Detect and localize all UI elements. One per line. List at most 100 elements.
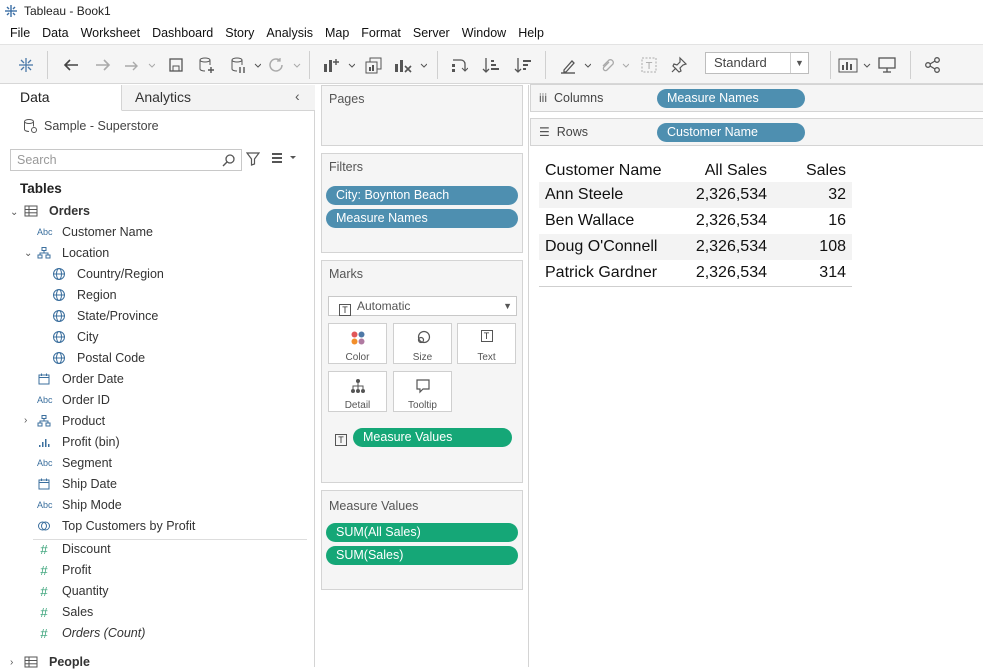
menu-data[interactable]: Data <box>42 26 68 40</box>
field-country-region[interactable]: Country/Region <box>52 264 164 284</box>
new-worksheet-icon[interactable] <box>320 54 356 76</box>
view-table[interactable]: Customer Name All Sales Sales Ann Steele… <box>539 158 852 287</box>
save-icon[interactable] <box>166 54 186 76</box>
color-button[interactable]: Color <box>328 323 387 364</box>
field-segment[interactable]: Abc Segment <box>37 453 112 473</box>
field-postal-code[interactable]: Postal Code <box>52 348 145 368</box>
header-sales[interactable]: Sales <box>806 162 846 180</box>
header-all-sales[interactable]: All Sales <box>705 162 767 180</box>
tables-heading: Tables <box>20 181 62 196</box>
new-data-source-icon[interactable] <box>196 54 216 76</box>
measure-pill-all-sales[interactable]: SUM(All Sales) <box>326 523 518 542</box>
menu-server[interactable]: Server <box>413 26 450 40</box>
group-members-icon[interactable] <box>596 54 630 76</box>
detail-button[interactable]: Detail <box>328 371 387 412</box>
table-bottom-border <box>539 286 852 287</box>
menu-help[interactable]: Help <box>518 26 544 40</box>
field-customer-name[interactable]: Abc Customer Name <box>37 222 153 242</box>
filter-icon[interactable] <box>246 152 260 166</box>
share-icon[interactable] <box>922 54 944 76</box>
field-region[interactable]: Region <box>52 285 117 305</box>
table-icon <box>24 656 38 668</box>
size-button[interactable]: Size <box>393 323 452 364</box>
field-quantity[interactable]: # Quantity <box>37 581 108 601</box>
show-me-icon[interactable] <box>836 54 872 76</box>
field-orders-count[interactable]: # Orders (Count) <box>37 623 145 643</box>
measure-values-shelf[interactable]: Measure Values SUM(All Sales) SUM(Sales) <box>321 490 523 590</box>
replay-animation-icon[interactable] <box>122 54 156 76</box>
field-sales[interactable]: # Sales <box>37 602 93 622</box>
chevron-down-icon[interactable]: ⌄ <box>10 207 18 218</box>
field-discount[interactable]: # Discount <box>37 539 110 559</box>
undo-icon[interactable] <box>60 54 82 76</box>
menu-dashboard[interactable]: Dashboard <box>152 26 213 40</box>
field-city[interactable]: City <box>52 327 99 347</box>
tooltip-button[interactable]: Tooltip <box>393 371 452 412</box>
sort-ascending-icon[interactable] <box>480 54 502 76</box>
table-people[interactable]: People <box>24 652 90 672</box>
measure-pill-sales[interactable]: SUM(Sales) <box>326 546 518 565</box>
filter-pill-measure-names[interactable]: Measure Names <box>326 209 518 228</box>
pages-shelf[interactable]: Pages <box>321 85 523 146</box>
text-button[interactable]: T Text <box>457 323 516 364</box>
fit-select[interactable]: Standard ▼ <box>705 52 809 74</box>
table-orders[interactable]: Orders <box>24 201 90 221</box>
header-customer-name[interactable]: Customer Name <box>545 162 661 180</box>
search-input[interactable]: Search <box>10 149 242 171</box>
field-ship-date[interactable]: Ship Date <box>37 474 117 494</box>
measure-values-text-pill[interactable]: Measure Values <box>353 428 512 447</box>
view-options-icon[interactable] <box>272 153 298 166</box>
menu-window[interactable]: Window <box>462 26 506 40</box>
mark-type-select[interactable]: T Automatic ▼ <box>328 296 517 316</box>
field-state-province[interactable]: State/Province <box>52 306 158 326</box>
refresh-icon[interactable] <box>266 54 302 76</box>
color-icon <box>351 331 364 345</box>
presentation-mode-icon[interactable] <box>876 54 898 76</box>
field-location[interactable]: Location <box>37 243 109 263</box>
rows-pill-customer-name[interactable]: Customer Name <box>657 123 805 142</box>
swap-rows-columns-icon[interactable] <box>448 54 470 76</box>
fix-axes-pin-icon[interactable] <box>668 54 690 76</box>
menu-format[interactable]: Format <box>361 26 401 40</box>
menu-map[interactable]: Map <box>325 26 349 40</box>
chevron-down-icon[interactable]: ⌄ <box>24 248 32 259</box>
columns-pill-measure-names[interactable]: Measure Names <box>657 89 805 108</box>
field-order-date[interactable]: Order Date <box>37 369 124 389</box>
menu-file[interactable]: File <box>10 26 30 40</box>
menu-story[interactable]: Story <box>225 26 254 40</box>
field-label: Ship Mode <box>62 498 122 512</box>
table-row[interactable]: Ben Wallace 2,326,534 16 <box>539 208 852 234</box>
rows-shelf[interactable]: ☰ Rows Customer Name <box>530 118 983 146</box>
menu-analysis[interactable]: Analysis <box>266 26 313 40</box>
columns-shelf[interactable]: iii Columns Measure Names <box>530 84 983 112</box>
tableau-home-icon[interactable] <box>16 54 36 76</box>
filters-shelf[interactable]: Filters City: Boynton Beach Measure Name… <box>321 153 523 253</box>
collapse-pane-icon[interactable]: ‹ <box>295 88 300 104</box>
table-row[interactable]: Patrick Gardner 2,326,534 314 <box>539 260 852 286</box>
field-order-id[interactable]: Abc Order ID <box>37 390 110 410</box>
tab-data[interactable]: Data <box>0 85 122 111</box>
clear-sheet-icon[interactable] <box>392 54 428 76</box>
datasource-item[interactable]: Sample - Superstore <box>22 118 159 134</box>
field-label: Region <box>77 288 117 302</box>
field-top-customers-by-profit[interactable]: Top Customers by Profit <box>37 516 195 536</box>
duplicate-sheet-icon[interactable] <box>362 54 386 76</box>
tab-analytics[interactable]: Analytics <box>122 85 292 111</box>
table-row[interactable]: Doug O'Connell 2,326,534 108 <box>539 234 852 260</box>
field-product[interactable]: Product <box>37 411 105 431</box>
show-mark-labels-icon[interactable]: T <box>638 54 660 76</box>
menu-worksheet[interactable]: Worksheet <box>81 26 141 40</box>
filter-pill-city[interactable]: City: Boynton Beach <box>326 186 518 205</box>
chevron-right-icon[interactable]: › <box>10 657 13 668</box>
field-profit[interactable]: # Profit <box>37 560 91 580</box>
field-ship-mode[interactable]: Abc Ship Mode <box>37 495 122 515</box>
table-row[interactable]: Ann Steele 2,326,534 32 <box>539 182 852 208</box>
detail-label: Detail <box>344 400 371 411</box>
chevron-right-icon[interactable]: › <box>24 415 27 426</box>
field-label: Location <box>62 246 110 260</box>
redo-icon[interactable] <box>92 54 114 76</box>
pause-auto-updates-icon[interactable] <box>228 54 262 76</box>
field-profit-bin[interactable]: Profit (bin) <box>37 432 120 452</box>
highlight-icon[interactable] <box>558 54 592 76</box>
sort-descending-icon[interactable] <box>512 54 534 76</box>
